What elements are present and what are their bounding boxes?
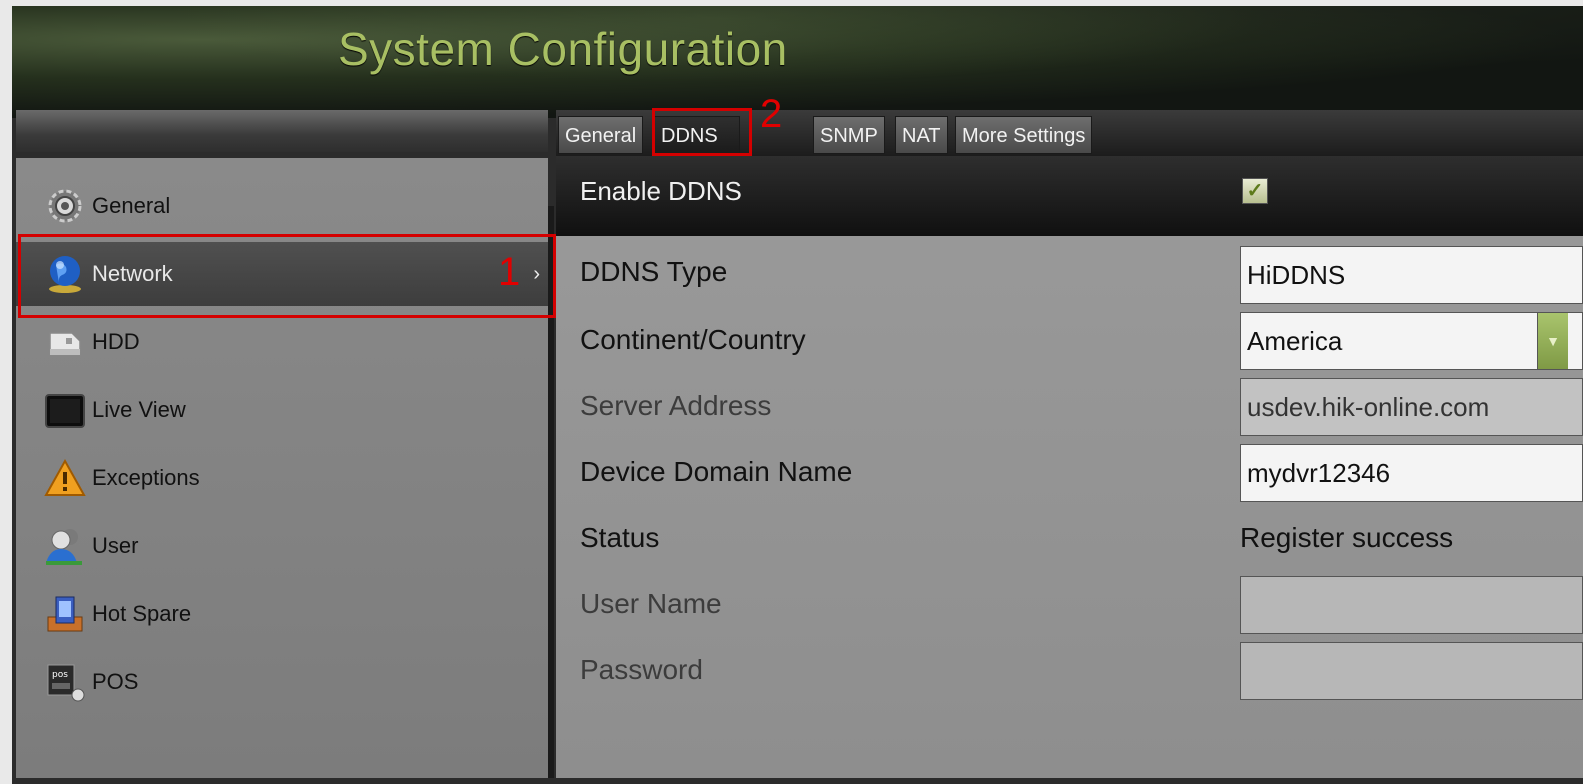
password-label: Password [580, 654, 703, 685]
server-address-field: usdev.hik-online.com [1240, 378, 1583, 436]
tab-snmp[interactable]: SNMP [813, 116, 885, 154]
password-field[interactable] [1240, 642, 1583, 700]
username-field[interactable] [1240, 576, 1583, 634]
annotation-box-ddns [652, 108, 752, 156]
sidebar-item-label: User [92, 533, 139, 558]
hot-spare-icon [47, 596, 83, 632]
sidebar-item-hot-spare[interactable]: Hot Spare [16, 582, 548, 646]
sidebar-item-live-view[interactable]: Live View [16, 378, 548, 442]
tab-nat[interactable]: NAT [895, 116, 948, 154]
continent-label: Continent/Country [580, 324, 806, 355]
enable-ddns-checkbox[interactable]: ✓ [1242, 178, 1268, 204]
sidebar-item-label: HDD [92, 329, 140, 354]
username-label: User Name [580, 588, 722, 619]
sidebar-item-general[interactable]: General [16, 174, 548, 238]
sidebar-item-label: Hot Spare [92, 601, 192, 626]
sidebar-item-label: Exceptions [92, 465, 200, 490]
sidebar-item-exceptions[interactable]: Exceptions [16, 446, 548, 510]
ddns-type-field[interactable]: HiDDNS [1240, 246, 1583, 304]
device-domain-label: Device Domain Name [580, 456, 853, 487]
header-banner [12, 6, 1583, 118]
chevron-down-icon[interactable]: ▼ [1537, 313, 1568, 369]
status-label: Status [580, 522, 660, 553]
hdd-icon [49, 332, 81, 356]
annotation-number-2: 2 [760, 92, 783, 136]
status-value: Register success [1240, 522, 1454, 553]
continent-select[interactable]: America [1240, 312, 1583, 370]
svg-text:pos: pos [52, 670, 68, 680]
ddns-type-label: DDNS Type [580, 256, 728, 287]
device-domain-field[interactable]: mydvr12346 [1240, 444, 1583, 502]
sidebar-item-pos[interactable]: pos POS [16, 650, 548, 714]
sidebar-item-label: General [92, 193, 171, 218]
annotation-box-network [18, 234, 556, 318]
sidebar-header [16, 110, 548, 152]
warning-icon [44, 458, 86, 496]
tab-general[interactable]: General [558, 116, 644, 154]
sidebar-item-hdd[interactable]: HDD [16, 310, 548, 374]
server-address-label: Server Address [580, 390, 772, 421]
enable-ddns-label: Enable DDNS [580, 176, 742, 206]
gear-icon [48, 189, 82, 223]
pos-icon: pos [47, 664, 85, 702]
monitor-icon [45, 394, 85, 428]
sidebar-item-label: Live View [92, 397, 186, 422]
user-icon [46, 529, 82, 565]
page-title: System Configuration [338, 23, 788, 75]
tab-more-settings[interactable]: More Settings [955, 116, 1093, 154]
sidebar-item-label: POS [92, 669, 139, 694]
annotation-number-1: 1 [498, 250, 521, 294]
sidebar-item-user[interactable]: User [16, 514, 548, 578]
